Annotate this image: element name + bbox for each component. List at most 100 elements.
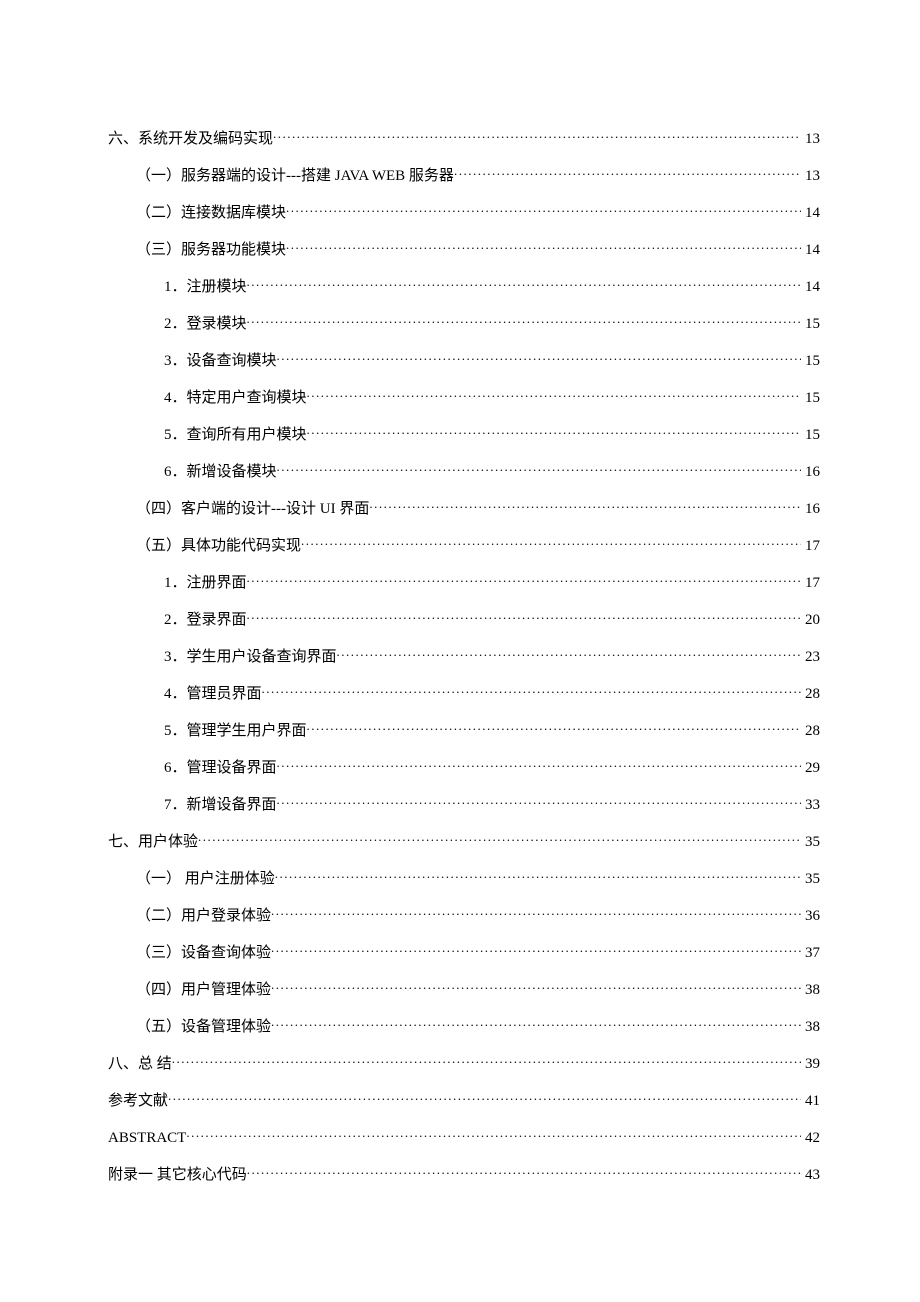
toc-leader-dots: [247, 313, 801, 328]
toc-entry-page: 28: [801, 685, 820, 703]
table-of-contents: 六、系统开发及编码实现13（一）服务器端的设计---搭建 JAVA WEB 服务…: [108, 128, 820, 1184]
toc-entry-page: 15: [801, 352, 820, 370]
toc-entry: 1．注册界面17: [108, 572, 820, 592]
toc-entry-title: （四）用户管理体验: [136, 981, 271, 999]
toc-leader-dots: [271, 1016, 801, 1031]
toc-leader-dots: [271, 905, 801, 920]
toc-leader-dots: [369, 498, 801, 513]
toc-entry-page: 36: [801, 907, 820, 925]
toc-entry: 5．管理学生用户界面28: [108, 720, 820, 740]
toc-entry-page: 41: [801, 1092, 820, 1110]
toc-leader-dots: [186, 1127, 801, 1142]
toc-leader-dots: [301, 535, 801, 550]
toc-leader-dots: [337, 646, 801, 661]
toc-entry-page: 20: [801, 611, 820, 629]
toc-entry-page: 33: [801, 796, 820, 814]
toc-leader-dots: [247, 1164, 801, 1179]
toc-leader-dots: [277, 461, 801, 476]
toc-entry-title: 6．管理设备界面: [164, 759, 277, 777]
toc-entry: 2．登录模块 15: [108, 313, 820, 333]
toc-entry: 附录一 其它核心代码 43: [108, 1164, 820, 1184]
toc-entry-page: 37: [801, 944, 820, 962]
toc-leader-dots: [198, 831, 801, 846]
toc-leader-dots: [271, 942, 801, 957]
toc-entry-title: 附录一 其它核心代码: [108, 1166, 247, 1184]
toc-entry-page: 13: [801, 130, 820, 148]
toc-entry-page: 13: [801, 167, 820, 185]
toc-entry-page: 39: [801, 1055, 820, 1073]
toc-entry-page: 17: [801, 537, 820, 555]
toc-entry-title: 5．管理学生用户界面: [164, 722, 307, 740]
toc-entry: 参考文献 41: [108, 1090, 820, 1110]
toc-entry-title: ABSTRACT: [108, 1129, 186, 1147]
toc-entry: 3．学生用户设备查询界面23: [108, 646, 820, 666]
toc-entry: 1．注册模块 14: [108, 276, 820, 296]
toc-entry-title: 4．管理员界面: [164, 685, 262, 703]
toc-entry-page: 14: [801, 204, 820, 222]
toc-leader-dots: [275, 868, 801, 883]
toc-entry: （一） 用户注册体验 35: [108, 868, 820, 888]
toc-entry-title: 2．登录界面: [164, 611, 247, 629]
toc-entry: 2．登录界面 20: [108, 609, 820, 629]
toc-leader-dots: [277, 350, 801, 365]
toc-leader-dots: [247, 276, 801, 291]
toc-entry-title: 7．新增设备界面: [164, 796, 277, 814]
toc-entry: 七、用户体验35: [108, 831, 820, 851]
toc-entry: 6．新增设备模块16: [108, 461, 820, 481]
toc-entry-title: 5．查询所有用户模块: [164, 426, 307, 444]
toc-entry-page: 15: [801, 315, 820, 333]
toc-entry: 6．管理设备界面 29: [108, 757, 820, 777]
toc-entry-title: 1．注册模块: [164, 278, 247, 296]
toc-entry-page: 35: [801, 870, 820, 888]
toc-leader-dots: [286, 202, 801, 217]
toc-entry-title: 3．设备查询模块: [164, 352, 277, 370]
toc-entry-title: （一）服务器端的设计---搭建 JAVA WEB 服务器: [136, 167, 454, 185]
toc-entry: 六、系统开发及编码实现 13: [108, 128, 820, 148]
toc-entry: 4．特定用户查询模块15: [108, 387, 820, 407]
toc-entry-page: 14: [801, 278, 820, 296]
toc-leader-dots: [286, 239, 801, 254]
toc-entry-title: （三）设备查询体验: [136, 944, 271, 962]
toc-leader-dots: [307, 424, 801, 439]
toc-leader-dots: [262, 683, 801, 698]
toc-entry-page: 15: [801, 389, 820, 407]
toc-entry-title: （四）客户端的设计---设计 UI 界面: [136, 500, 369, 518]
toc-leader-dots: [454, 165, 801, 180]
toc-entry: （一）服务器端的设计---搭建 JAVA WEB 服务器 13: [108, 165, 820, 185]
toc-entry-title: （五）设备管理体验: [136, 1018, 271, 1036]
toc-leader-dots: [271, 979, 801, 994]
toc-entry: 八、总 结 39: [108, 1053, 820, 1073]
toc-leader-dots: [307, 720, 801, 735]
toc-leader-dots: [277, 794, 801, 809]
toc-entry: （四）用户管理体验38: [108, 979, 820, 999]
toc-entry-title: 2．登录模块: [164, 315, 247, 333]
toc-entry-title: （一） 用户注册体验: [136, 870, 275, 888]
toc-entry-title: 六、系统开发及编码实现: [108, 130, 273, 148]
toc-entry: （五）具体功能代码实现17: [108, 535, 820, 555]
toc-entry-page: 16: [801, 500, 820, 518]
toc-entry-page: 14: [801, 241, 820, 259]
toc-entry-title: 3．学生用户设备查询界面: [164, 648, 337, 666]
toc-leader-dots: [273, 128, 801, 143]
toc-entry-page: 35: [801, 833, 820, 851]
toc-entry-page: 17: [801, 574, 820, 592]
toc-entry: （三）服务器功能模块14: [108, 239, 820, 259]
toc-entry: （四）客户端的设计---设计 UI 界面 16: [108, 498, 820, 518]
toc-entry-page: 43: [801, 1166, 820, 1184]
toc-entry: （二）用户登录体验 36: [108, 905, 820, 925]
toc-entry: （五）设备管理体验38: [108, 1016, 820, 1036]
toc-leader-dots: [247, 572, 801, 587]
toc-leader-dots: [277, 757, 801, 772]
toc-entry-page: 29: [801, 759, 820, 777]
toc-entry: 3．设备查询模块 15: [108, 350, 820, 370]
toc-entry: 7．新增设备界面 33: [108, 794, 820, 814]
toc-entry: 4．管理员界面 28: [108, 683, 820, 703]
toc-entry-title: 八、总 结: [108, 1055, 172, 1073]
toc-entry-title: （二）用户登录体验: [136, 907, 271, 925]
toc-leader-dots: [172, 1053, 801, 1068]
toc-entry-title: （二）连接数据库模块: [136, 204, 286, 222]
toc-leader-dots: [247, 609, 801, 624]
toc-entry: （二）连接数据库模块 14: [108, 202, 820, 222]
toc-leader-dots: [168, 1090, 801, 1105]
toc-entry-title: 参考文献: [108, 1092, 168, 1110]
